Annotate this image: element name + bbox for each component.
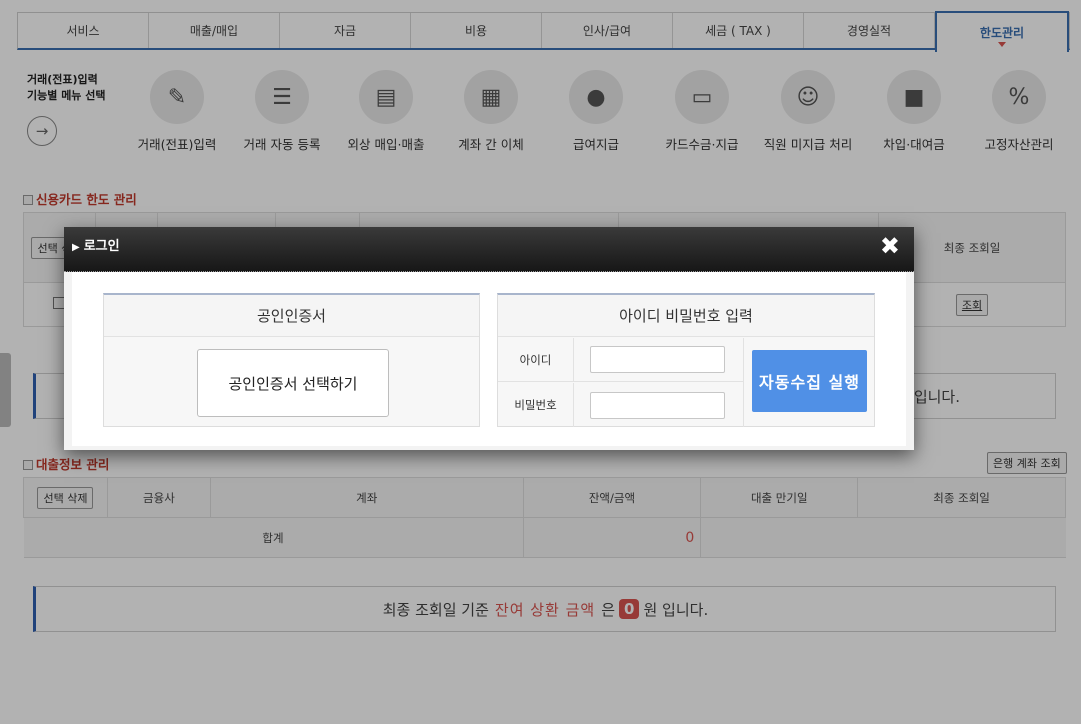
close-icon[interactable]: ✖ [880,234,900,258]
id-row: 아이디 [498,338,744,382]
password-label: 비밀번호 [498,383,574,427]
id-password-panel: 아이디 비밀번호 입력 아이디 비밀번호 자동수집 실행 [497,293,875,427]
login-modal: ▶ 로그인 ✖ 공인인증서 공인인증서 선택하기 아이디 비밀번호 입력 아이디 … [64,227,914,450]
triangle-right-icon: ▶ [72,242,80,253]
modal-body: 공인인증서 공인인증서 선택하기 아이디 비밀번호 입력 아이디 비밀번호 자동… [64,272,914,450]
cert-panel: 공인인증서 공인인증서 선택하기 [103,293,480,427]
cert-panel-title: 공인인증서 [104,295,479,337]
select-certificate-button[interactable]: 공인인증서 선택하기 [197,349,389,417]
password-row: 비밀번호 [498,383,744,427]
id-input[interactable] [590,346,725,373]
id-label: 아이디 [498,338,574,381]
modal-title: ▶ 로그인 [72,235,120,254]
auto-collect-run-button[interactable]: 자동수집 실행 [752,350,867,412]
id-panel-title: 아이디 비밀번호 입력 [498,295,874,337]
panel-divider [743,338,744,427]
password-input[interactable] [590,391,725,419]
modal-content: 공인인증서 공인인증서 선택하기 아이디 비밀번호 입력 아이디 비밀번호 자동… [72,272,906,446]
modal-title-text: 로그인 [83,239,120,254]
modal-header: ▶ 로그인 ✖ [64,227,914,272]
